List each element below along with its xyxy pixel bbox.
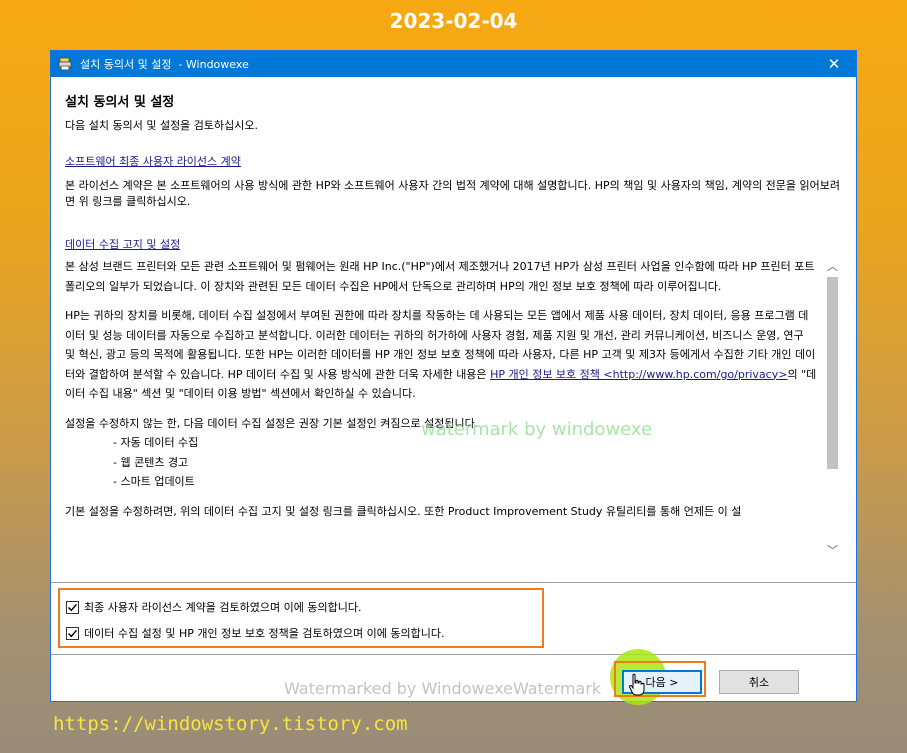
chevron-down-icon: ﹀ <box>827 544 838 557</box>
vertical-scrollbar[interactable]: ︿ ﹀ <box>824 257 841 557</box>
privacy-agree-checkbox[interactable] <box>66 626 79 640</box>
eula-agree-checkbox[interactable] <box>66 600 79 614</box>
scroll-down-button[interactable]: ﹀ <box>824 543 841 557</box>
privacy-policy-link[interactable]: HP 개인 정보 보호 정책 <http://www.hp.com/go/pri… <box>490 368 787 381</box>
close-icon: ✕ <box>827 55 841 73</box>
hand-cursor-icon <box>628 673 645 696</box>
data-collection-link[interactable]: 데이터 수집 고지 및 설정 <box>65 236 843 252</box>
installer-window: 설치 동의서 및 설정 - Windowexe ✕ 설치 동의서 및 설정 다음… <box>50 50 857 705</box>
data-collection-para-3: 설정을 수정하지 않는 한, 다음 데이터 수집 설정은 권장 기본 설정인 켜… <box>65 414 817 434</box>
page-subtitle: 다음 설치 동의서 및 설정을 검토하십시오. <box>65 119 259 132</box>
url-overlay: https://windowstory.tistory.com <box>53 713 408 735</box>
scroll-thumb[interactable] <box>827 277 838 469</box>
section-divider <box>51 582 856 583</box>
close-button[interactable]: ✕ <box>812 51 856 77</box>
data-collection-scroll-area[interactable]: 본 삼성 브랜드 프린터와 모든 관련 소프트웨어 및 펌웨어는 원래 HP I… <box>65 257 840 557</box>
scroll-up-button[interactable]: ︿ <box>824 259 841 273</box>
footer-divider <box>51 654 856 655</box>
printer-app-icon <box>58 57 72 71</box>
eula-agree-label: 최종 사용자 라이선스 계약을 검토하였으며 이에 동의합니다. <box>84 601 362 614</box>
para-3-text: 설정을 수정하지 않는 한, 다음 데이터 수집 설정은 권장 기본 설정인 켜… <box>65 416 479 430</box>
agreement-highlight: 최종 사용자 라이선스 계약을 검토하였으며 이에 동의합니다. 데이터 수집 … <box>58 588 544 648</box>
eula-description: 본 라이선스 계약은 본 소프트웨어의 사용 방식에 관한 HP와 소프트웨어 … <box>65 179 841 208</box>
eula-agree-row[interactable]: 최종 사용자 라이선스 계약을 검토하였으며 이에 동의합니다. <box>66 599 361 615</box>
watermark-text: Watermarked by WindowexeWatermark <box>284 679 602 698</box>
checkmark-icon <box>68 603 78 611</box>
checkmark-icon <box>68 629 78 637</box>
data-collection-text: 본 삼성 브랜드 프린터와 모든 관련 소프트웨어 및 펌웨어는 원래 HP I… <box>65 257 817 531</box>
list-item: - 스마트 업데이트 <box>113 475 195 488</box>
window-title: 설치 동의서 및 설정 - Windowexe <box>80 58 249 71</box>
data-collection-para-4: 기본 설정을 수정하려면, 위의 데이터 수집 고지 및 설정 링크를 클릭하십… <box>65 504 742 518</box>
header-section: 설치 동의서 및 설정 다음 설치 동의서 및 설정을 검토하십시오. 소프트웨… <box>65 91 843 261</box>
page-title: 설치 동의서 및 설정 <box>65 95 175 110</box>
privacy-agree-row[interactable]: 데이터 수집 설정 및 HP 개인 정보 보호 정책을 검토하였으며 이에 동의… <box>66 625 444 641</box>
chevron-up-icon: ︿ <box>827 260 838 273</box>
data-collection-para-2: HP는 귀하의 장치를 비롯해, 데이터 수집 설정에서 부여된 권한에 따라 … <box>65 306 817 404</box>
eula-link[interactable]: 소프트웨어 최종 사용자 라이선스 계약 <box>65 153 843 169</box>
data-collection-para-1: 본 삼성 브랜드 프린터와 모든 관련 소프트웨어 및 펌웨어는 원래 HP I… <box>65 260 815 293</box>
list-item: - 자동 데이터 수집 <box>113 436 199 449</box>
cancel-button[interactable]: 취소 <box>719 670 799 694</box>
date-overlay: 2023-02-04 <box>389 9 518 33</box>
title-bar: 설치 동의서 및 설정 - Windowexe ✕ <box>51 51 856 77</box>
privacy-agree-label: 데이터 수집 설정 및 HP 개인 정보 보호 정책을 검토하였으며 이에 동의… <box>84 627 445 640</box>
list-item: - 웹 콘텐츠 경고 <box>113 455 189 469</box>
